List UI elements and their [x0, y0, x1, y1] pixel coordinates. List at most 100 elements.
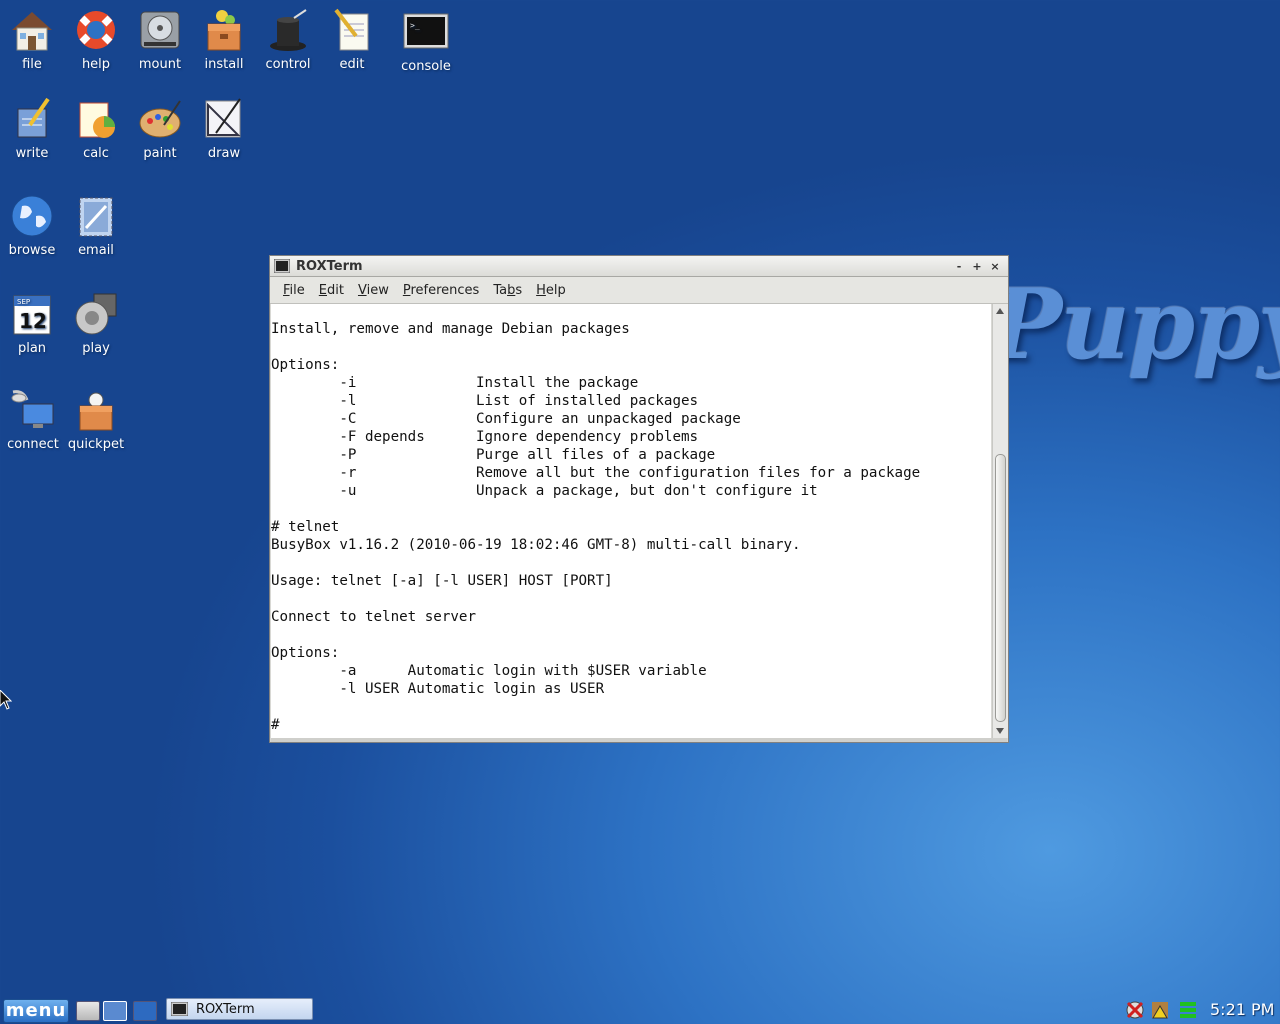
globe-icon: [11, 195, 53, 237]
desktop-icon-label: draw: [207, 146, 241, 161]
show-desktop-icon[interactable]: [76, 1001, 100, 1021]
desktop-icon-help[interactable]: help: [64, 6, 128, 72]
desktop-icon-label: install: [204, 57, 244, 72]
scroll-down-arrow[interactable]: [996, 728, 1004, 734]
window-titlebar[interactable]: ROXTerm - + ×: [270, 256, 1008, 277]
taskbar: menu ROXTerm 5:21 PM: [0, 996, 1280, 1024]
desktop-icon-label: browse: [8, 243, 56, 258]
terminal-line: -a Automatic login with $USER variable: [271, 663, 707, 679]
lifebuoy-icon: [77, 11, 115, 49]
desktop-icon-plan[interactable]: SEP 12 plan: [0, 290, 64, 356]
workspace-2-icon[interactable]: [133, 1001, 157, 1021]
minimize-button[interactable]: -: [950, 260, 968, 273]
calendar-day: 12: [19, 309, 47, 333]
desktop-icon-calc[interactable]: calc: [64, 95, 128, 161]
desktop-icon-label: play: [82, 341, 110, 356]
terminal-text: Install, remove and manage Debian packag…: [271, 304, 991, 734]
desktop-icon-browse[interactable]: browse: [0, 192, 64, 258]
drafting-icon: [205, 98, 241, 138]
desktop-icon-quickpet[interactable]: quickpet: [64, 386, 128, 452]
spreadsheet-chart-icon: [79, 102, 115, 138]
menu-preferences[interactable]: Preferences: [396, 283, 486, 298]
calendar-month: SEP: [17, 298, 30, 306]
terminal-line: BusyBox v1.16.2 (2010-06-19 18:02:46 GMT…: [271, 537, 801, 553]
menu-edit[interactable]: Edit: [312, 283, 351, 298]
desktop-icon-label: help: [81, 57, 111, 72]
desktop-icon-label: control: [265, 57, 311, 72]
window-title: ROXTerm: [296, 258, 363, 274]
desktop-icon-mount[interactable]: mount: [128, 6, 192, 72]
terminal-line: -i Install the package: [271, 375, 639, 391]
desktop-icon-play[interactable]: play: [64, 290, 128, 356]
memory-usage-icon[interactable]: [1178, 1000, 1198, 1020]
desktop-icon-edit[interactable]: edit: [320, 6, 384, 72]
desktop-icon-install[interactable]: install: [192, 6, 256, 72]
terminal-line: Install, remove and manage Debian packag…: [271, 321, 630, 337]
desktop-icon-label: connect: [7, 437, 59, 452]
quickpet-box-icon: [79, 392, 113, 431]
svg-text:>_: >_: [410, 21, 420, 30]
palette-icon: [139, 100, 181, 138]
desktop-icon-control[interactable]: control: [256, 6, 320, 72]
desktop-icon-label: file: [22, 57, 42, 72]
desktop-icon-label: console: [401, 59, 451, 74]
menu-file[interactable]: File: [276, 283, 312, 298]
vertical-scrollbar[interactable]: [992, 304, 1008, 738]
desktop-icon-file[interactable]: file: [0, 6, 64, 72]
mouse-pointer-icon: [0, 690, 12, 710]
desktop-icon-paint[interactable]: paint: [128, 95, 192, 161]
terminal-line: -r Remove all but the configuration file…: [271, 465, 921, 481]
calendar-icon: SEP 12: [13, 295, 51, 335]
desktop-icon-label: email: [78, 243, 114, 258]
taskbar-item-roxterm[interactable]: ROXTerm: [166, 998, 313, 1020]
menu-bar: File Edit View Preferences Tabs Help: [270, 277, 1008, 304]
hard-drive-icon: [140, 11, 180, 49]
maximize-button[interactable]: +: [968, 260, 986, 273]
terminal-line: -l List of installed packages: [271, 393, 699, 409]
desktop-icon-write[interactable]: write: [0, 95, 64, 161]
terminal-line: Connect to telnet server: [271, 609, 476, 625]
terminal-line: Usage: telnet [-a] [-l USER] HOST [PORT]: [271, 573, 613, 589]
stamp-mail-icon: [79, 197, 113, 237]
terminal-line: -u Unpack a package, but don't configure…: [271, 483, 818, 499]
terminal-line: # telnet: [271, 519, 340, 535]
wallpaper-puppy-logo: Puppy: [990, 268, 1280, 381]
close-button[interactable]: ×: [986, 260, 1004, 273]
clock[interactable]: 5:21 PM: [1210, 1000, 1274, 1019]
workspace-1-icon[interactable]: [103, 1001, 127, 1021]
desktop-icon-label: paint: [143, 146, 177, 161]
menu-help[interactable]: Help: [529, 283, 573, 298]
desktop-icon-label: plan: [17, 341, 47, 356]
house-icon: [12, 12, 52, 51]
roxterm-window[interactable]: ROXTerm - + × File Edit View Preferences…: [269, 255, 1009, 743]
terminal-line: -F depends Ignore dependency problems: [271, 429, 699, 445]
terminal-line: #: [271, 717, 280, 733]
desktop-icon-draw[interactable]: draw: [192, 95, 256, 161]
menu-tabs[interactable]: Tabs: [486, 283, 529, 298]
desktop-icon-email[interactable]: email: [64, 192, 128, 258]
terminal-line: Options:: [271, 357, 340, 373]
scroll-up-arrow[interactable]: [996, 308, 1004, 314]
desktop-icon-connect[interactable]: connect: [1, 386, 65, 452]
desktop-icon-label: write: [15, 146, 49, 161]
desktop-icon-label: edit: [339, 57, 365, 72]
terminal-icon: [171, 1002, 188, 1016]
terminal-line: -C Configure an unpackaged package: [271, 411, 741, 427]
warning-tray-icon[interactable]: [1150, 1000, 1170, 1020]
start-menu-button[interactable]: menu: [3, 999, 69, 1023]
terminal-line: Options:: [271, 645, 340, 661]
desktop-icon-console[interactable]: >_ console: [394, 8, 458, 74]
scrollbar-thumb[interactable]: [995, 454, 1006, 722]
network-disconnected-icon[interactable]: [1125, 1000, 1145, 1020]
package-box-icon: [207, 10, 241, 51]
terminal-output[interactable]: Install, remove and manage Debian packag…: [271, 304, 991, 738]
menu-view[interactable]: View: [351, 283, 396, 298]
network-satellite-icon: [11, 390, 54, 428]
writer-icon: [17, 97, 50, 138]
terminal-icon: >_: [403, 13, 449, 49]
